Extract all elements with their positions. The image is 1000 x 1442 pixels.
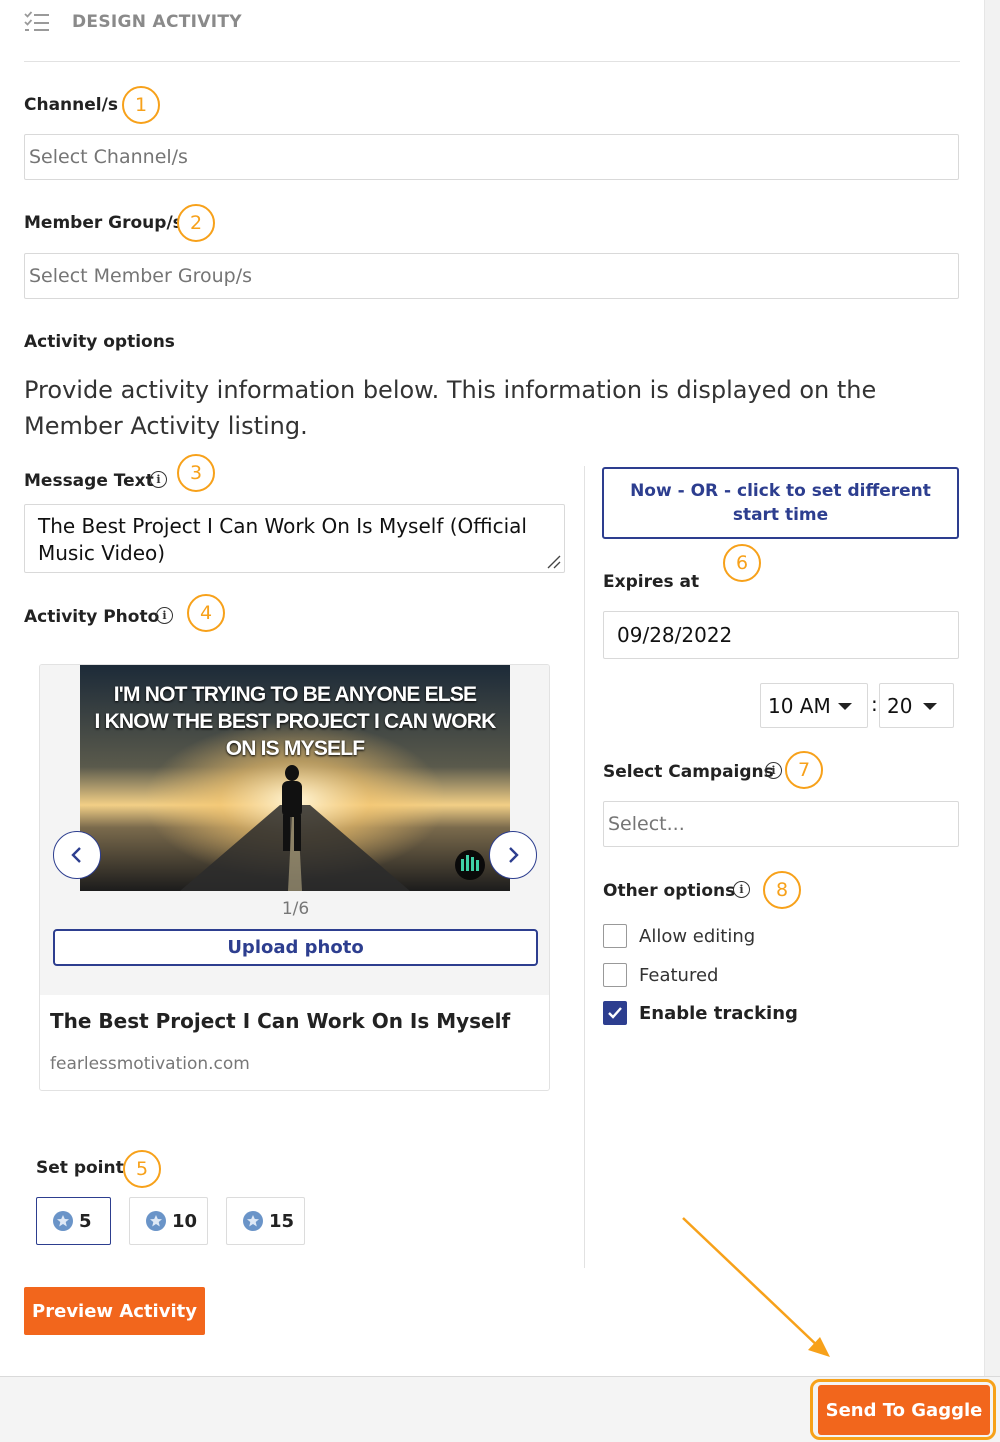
enable-tracking-checkbox[interactable] [603,1001,627,1025]
scrollbar-track[interactable] [984,0,1000,1376]
page-title: DESIGN ACTIVITY [72,12,242,32]
points-value: 15 [269,1210,295,1232]
checklist-icon [24,11,49,31]
start-time-button[interactable]: Now - OR - click to set different start … [602,467,959,539]
campaigns-select[interactable]: Select... [603,801,959,847]
preview-activity-button[interactable]: Preview Activity [24,1287,205,1335]
previous-photo-button[interactable] [53,831,101,879]
other-options-label: Other options [603,881,736,901]
card-domain: fearlessmotivation.com [50,1054,250,1074]
step-badge-4: 4 [187,594,225,632]
time-separator: : [871,692,878,716]
caret-down-icon [838,703,852,710]
points-value: 10 [172,1210,198,1232]
step-badge-3: 3 [177,454,215,492]
allow-editing-label: Allow editing [639,926,756,947]
member-groups-select[interactable]: Select Member Group/s [24,253,959,299]
points-value: 5 [79,1210,92,1232]
chevron-left-icon [71,847,81,863]
expires-date-input[interactable]: 09/28/2022 [603,611,959,659]
star-coin-icon [53,1211,73,1231]
hour-value: 10 AM [768,693,831,718]
send-to-gaggle-button[interactable]: Send To Gaggle [818,1385,990,1435]
info-icon[interactable]: i [150,471,167,488]
card-title: The Best Project I Can Work On Is Myself [50,1009,511,1033]
column-divider [584,466,585,1268]
message-text-label: Message Text [24,471,154,491]
channels-label: Channel/s [24,95,118,115]
activity-photo-label: Activity Photo [24,607,160,627]
chevron-right-icon [509,847,519,863]
resize-handle-icon[interactable] [547,555,561,569]
activity-photo-image: I'M NOT TRYING TO BE ANYONE ELSE I KNOW … [80,665,510,891]
activity-options-description: Provide activity information below. This… [24,376,877,440]
photo-counter: 1/6 [281,899,310,919]
message-text-value: The Best Project I Can Work On Is Myself… [38,514,527,565]
minute-value: 20 [887,693,913,718]
step-badge-8: 8 [763,871,801,909]
channels-select[interactable]: Select Channel/s [24,134,959,180]
photo-caption: I'M NOT TRYING TO BE ANYONE ELSE I KNOW … [80,681,510,762]
step-badge-7: 7 [785,751,823,789]
enable-tracking-label: Enable tracking [639,1003,798,1024]
featured-label: Featured [639,965,719,986]
checkmark-icon [608,1007,622,1019]
info-icon[interactable]: i [733,881,750,898]
message-text-area[interactable]: The Best Project I Can Work On Is Myself… [24,504,565,573]
points-option-10[interactable]: 10 [129,1197,208,1245]
step-badge-6: 6 [723,544,761,582]
upload-photo-button[interactable]: Upload photo [53,929,538,966]
points-option-15[interactable]: 15 [226,1197,305,1245]
hour-select[interactable]: 10 AM [760,683,868,728]
minute-select[interactable]: 20 [879,683,954,728]
next-photo-button[interactable] [489,831,537,879]
activity-preview-card: I'M NOT TRYING TO BE ANYONE ELSE I KNOW … [39,664,550,1091]
info-icon[interactable]: i [156,607,173,624]
member-groups-label: Member Group/s [24,213,183,233]
star-coin-icon [243,1211,263,1231]
points-option-5[interactable]: 5 [36,1197,111,1245]
set-points-label: Set points [36,1158,134,1178]
step-badge-1: 1 [122,86,160,124]
step-badge-2: 2 [177,204,215,242]
allow-editing-checkbox[interactable] [603,924,627,948]
photo-caption-line-2: I KNOW THE BEST PROJECT I CAN WORK ON IS… [94,710,497,760]
info-icon[interactable]: i [765,762,782,779]
featured-checkbox[interactable] [603,963,627,987]
expires-at-label: Expires at [603,572,700,592]
select-campaigns-label: Select Campaigns [603,762,774,782]
caret-down-icon [923,703,937,710]
step-badge-5: 5 [123,1150,161,1188]
section-header: DESIGN ACTIVITY [24,0,960,62]
star-coin-icon [146,1211,166,1231]
photo-caption-line-1: I'M NOT TRYING TO BE ANYONE ELSE [113,683,477,706]
activity-options-heading: Activity options [24,332,175,352]
photo-carousel: I'M NOT TRYING TO BE ANYONE ELSE I KNOW … [40,665,549,995]
